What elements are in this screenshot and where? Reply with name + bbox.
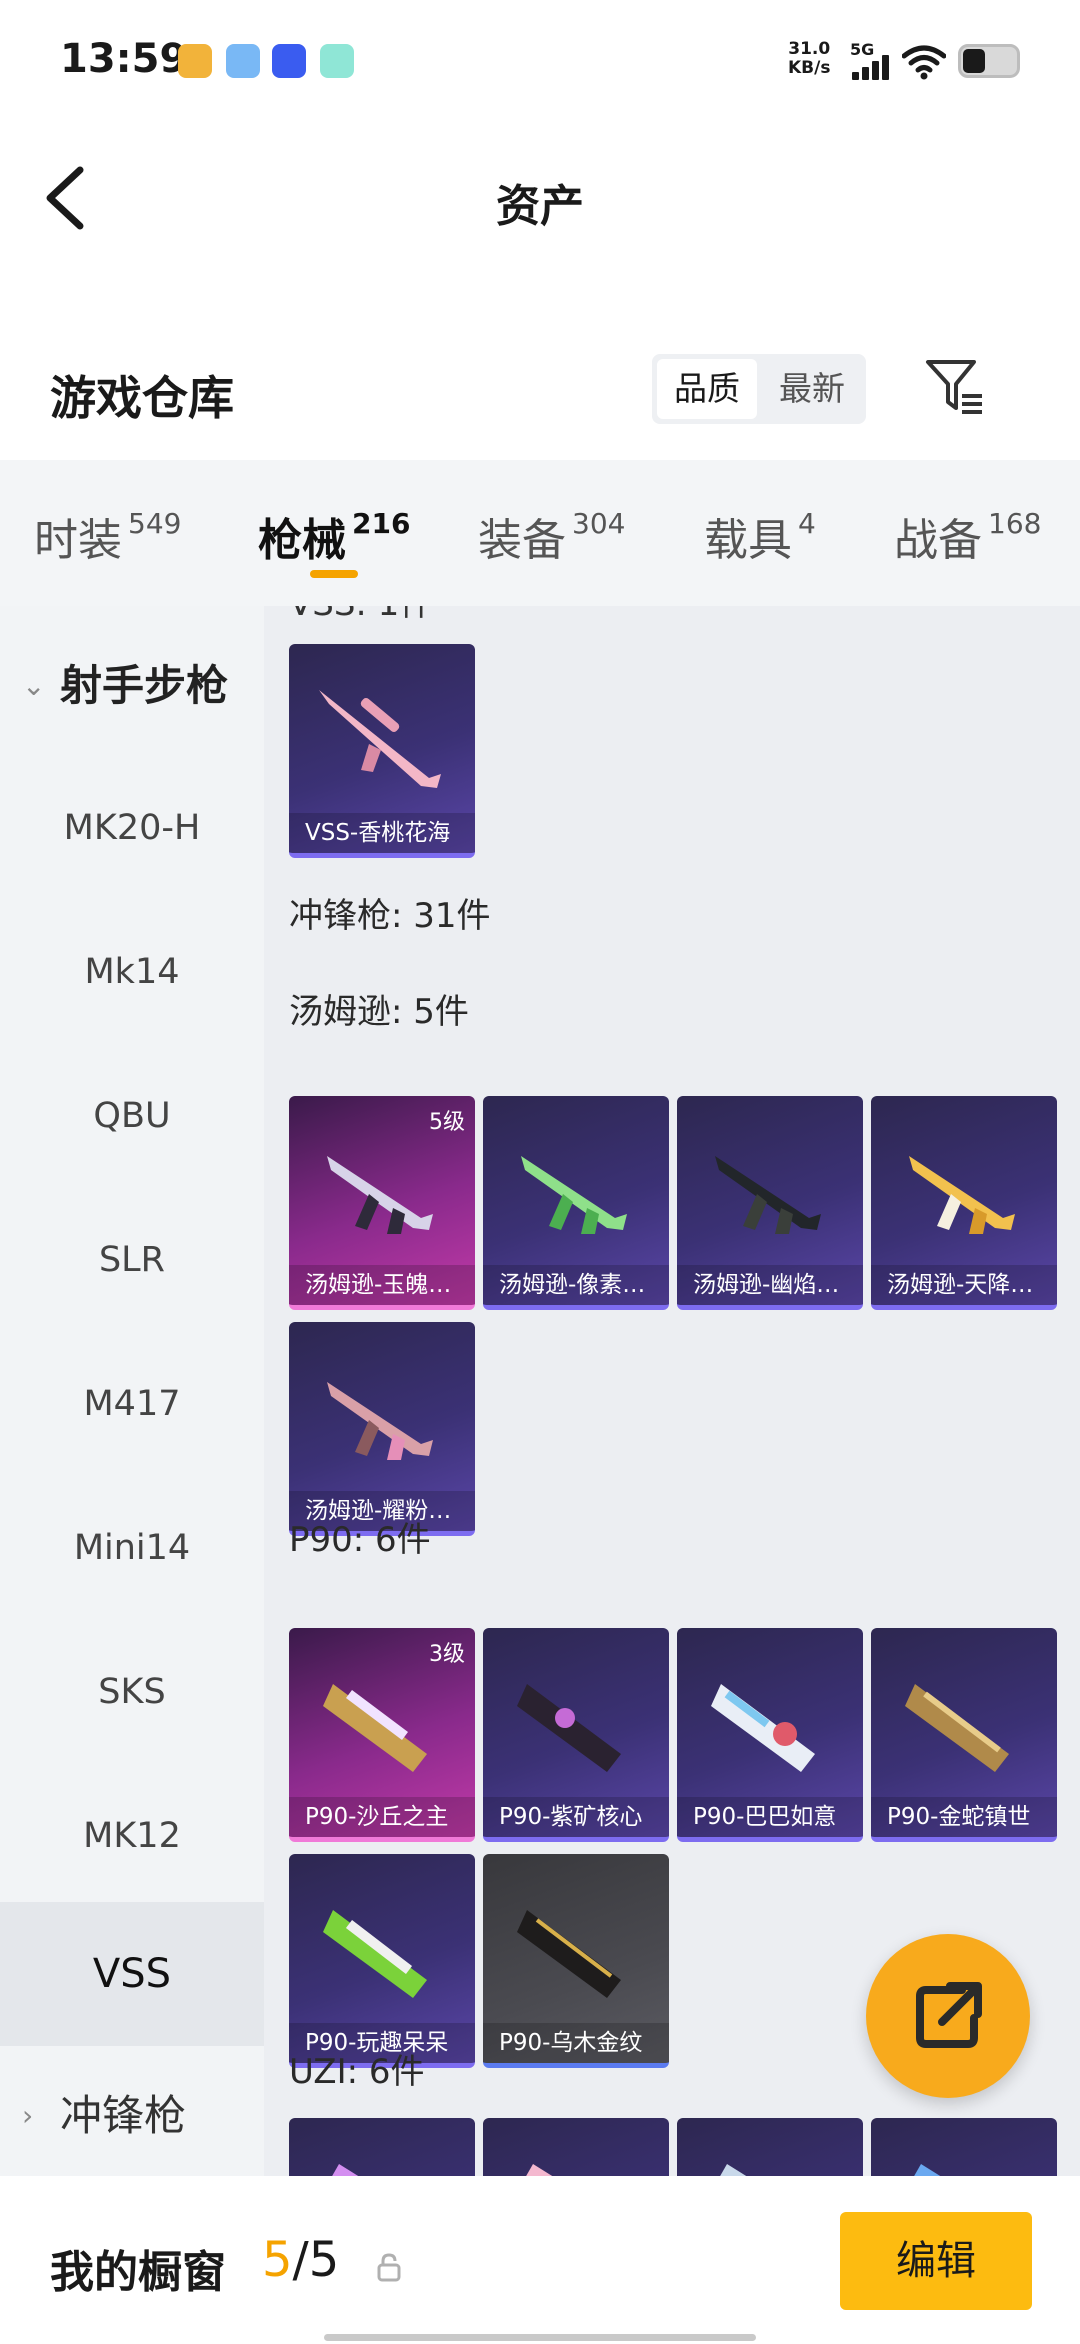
p90-icon (323, 1910, 427, 1998)
wifi-icon (902, 45, 946, 80)
item-card[interactable]: 5级 汤姆逊-玉魄… (289, 1096, 475, 1310)
battery-icon (958, 44, 1020, 78)
group-label-smg: 冲锋枪: 31件 (289, 896, 491, 936)
group-label-p90: P90: 6件 (289, 1520, 431, 1560)
tab-active-indicator (310, 570, 358, 578)
uzi-icon (720, 2164, 747, 2176)
sidebar-item-mk20h[interactable]: MK20-H (0, 756, 264, 900)
speed-unit: KB/s (788, 58, 831, 78)
item-name: VSS-香桃花海 (289, 813, 475, 853)
sidebar-item-mini14[interactable]: Mini14 (0, 1476, 264, 1620)
category-tabs: 时装 549 枪械 216 装备 304 载具 4 战备 168 (0, 460, 1080, 606)
sort-quality-button[interactable]: 品质 (657, 359, 757, 419)
item-name: 汤姆逊-幽焰… (677, 1265, 863, 1305)
item-name: 汤姆逊-玉魄… (289, 1265, 475, 1305)
share-button[interactable] (866, 1934, 1030, 2098)
tab-equipment[interactable]: 装备 304 (478, 504, 625, 568)
status-bar: 13:59 31.0 KB/s 5G (0, 0, 1080, 120)
item-name: P90-乌木金纹 (483, 2023, 669, 2063)
group-label-thompson: 汤姆逊: 5件 (289, 992, 469, 1032)
tab-fashion[interactable]: 时装 549 (34, 504, 181, 568)
sort-toggle: 品质 最新 (652, 354, 866, 424)
item-card[interactable] (677, 2118, 863, 2176)
item-card[interactable]: 汤姆逊-天降… (871, 1096, 1057, 1310)
network-speed: 31.0 KB/s (788, 40, 830, 78)
item-card[interactable]: VSS-香桃花海 (289, 644, 475, 858)
sidebar-item-vss[interactable]: VSS (0, 1902, 264, 2046)
item-name: 汤姆逊-像素… (483, 1265, 669, 1305)
showcase-bar: 我的橱窗 5/5 编辑 (0, 2176, 1080, 2344)
item-name: P90-沙丘之主 (289, 1797, 475, 1837)
filter-icon[interactable] (922, 356, 984, 418)
p90-icon (711, 1684, 815, 1772)
item-card[interactable]: P90-紫矿核心 (483, 1628, 669, 1842)
sidebar-item-mk14[interactable]: Mk14 (0, 900, 264, 1044)
chevron-down-icon: ⌄ (22, 669, 46, 702)
tab-vehicles[interactable]: 载具 4 (704, 504, 816, 568)
status-time: 13:59 (60, 36, 188, 82)
showcase-total: /5 (292, 2232, 340, 2288)
tab-supplies[interactable]: 战备 168 (894, 504, 1041, 568)
item-card[interactable] (483, 2118, 669, 2176)
p90-icon (905, 1684, 1009, 1772)
weapon-type-sidebar: ⌄ 射手步枪 MK20-H Mk14 QBU SLR M417 Mini14 S… (0, 606, 264, 2176)
item-name: P90-紫矿核心 (483, 1797, 669, 1837)
share-icon (916, 1982, 982, 2048)
sniper-rifle-icon (319, 690, 441, 788)
chevron-right-icon: › (22, 2099, 34, 2132)
item-card[interactable]: P90-乌木金纹 (483, 1854, 669, 2068)
sidebar-item-sks[interactable]: SKS (0, 1620, 264, 1764)
showcase-current: 5 (262, 2232, 293, 2288)
sidebar-group-marksman[interactable]: ⌄ 射手步枪 (0, 626, 264, 746)
sidebar-item-qbu[interactable]: QBU (0, 1044, 264, 1188)
smg-icon (521, 1156, 627, 1234)
p90-icon (323, 1684, 427, 1772)
item-card[interactable] (871, 2118, 1057, 2176)
tab-firearms[interactable]: 枪械 216 (258, 504, 410, 568)
sidebar-item-slr[interactable]: SLR (0, 1188, 264, 1332)
sidebar-item-mk12[interactable]: MK12 (0, 1764, 264, 1908)
group-label-vss: VSS: 1件 (289, 606, 433, 625)
item-card[interactable]: P90-玩趣呆呆 (289, 1854, 475, 2068)
lock-icon (377, 2253, 401, 2282)
item-name: 汤姆逊-天降… (871, 1265, 1057, 1305)
item-card[interactable]: 汤姆逊-像素… (483, 1096, 669, 1310)
p90-icon (517, 1684, 621, 1772)
item-card[interactable]: 3级 P90-沙丘之主 (289, 1628, 475, 1842)
sidebar-item-m417[interactable]: M417 (0, 1332, 264, 1476)
app-notification-icon (178, 44, 212, 78)
p90-icon (517, 1910, 621, 1998)
app-notification-icon (320, 44, 354, 78)
home-indicator (324, 2334, 756, 2341)
signal-icon (852, 54, 894, 80)
group-label-uzi: UZI: 6件 (289, 2052, 425, 2092)
showcase-count: 5/5 (262, 2232, 339, 2288)
smg-icon (327, 1156, 433, 1234)
uzi-icon (526, 2164, 553, 2176)
uzi-icon (914, 2164, 941, 2176)
sidebar-group-smg[interactable]: › 冲锋枪 (0, 2056, 264, 2176)
smg-icon (327, 1382, 433, 1460)
smg-icon (715, 1156, 821, 1234)
vivo-app-icon (272, 44, 306, 78)
uzi-icon (332, 2164, 359, 2176)
item-card[interactable]: P90-金蛇镇世 (871, 1628, 1057, 1842)
item-card[interactable] (289, 2118, 475, 2176)
item-name: P90-巴巴如意 (677, 1797, 863, 1837)
item-card[interactable]: 汤姆逊-耀粉… (289, 1322, 475, 1536)
sort-newest-button[interactable]: 最新 (762, 359, 862, 419)
item-card[interactable]: 汤姆逊-幽焰… (677, 1096, 863, 1310)
item-name: P90-金蛇镇世 (871, 1797, 1057, 1837)
page-title: 资产 (496, 181, 584, 232)
warehouse-title: 游戏仓库 (50, 371, 234, 425)
smg-icon (909, 1156, 1015, 1234)
item-card[interactable]: P90-巴巴如意 (677, 1628, 863, 1842)
showcase-label: 我的橱窗 (50, 2247, 226, 2298)
app-notification-icon (226, 44, 260, 78)
edit-button[interactable]: 编辑 (840, 2212, 1032, 2310)
speed-value: 31.0 (788, 39, 831, 59)
